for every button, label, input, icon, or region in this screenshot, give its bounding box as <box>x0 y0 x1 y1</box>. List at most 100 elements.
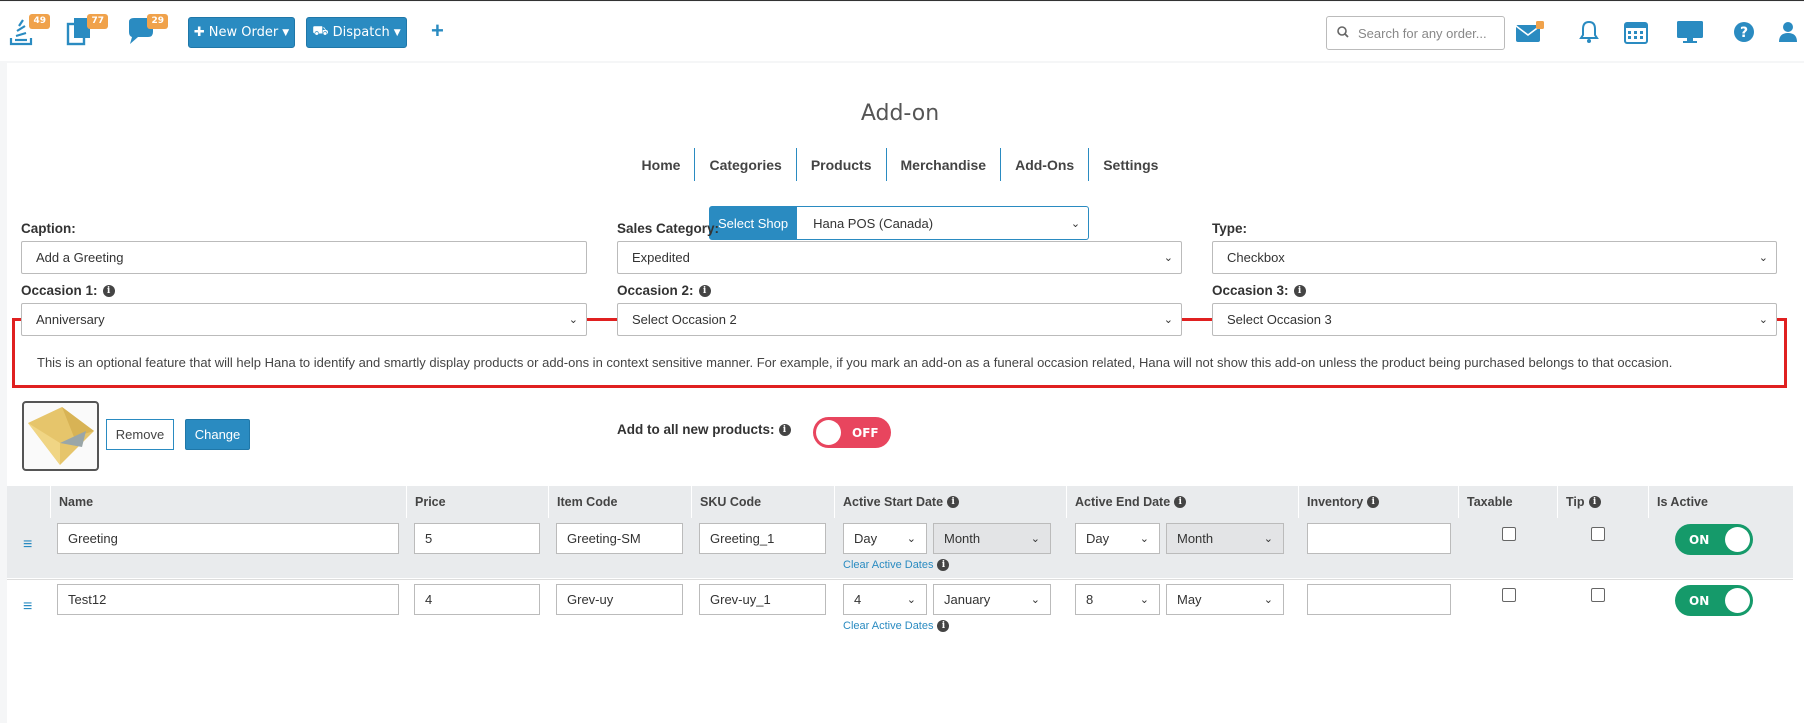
info-icon: i <box>778 423 791 436</box>
chevron-down-icon: ⌄ <box>906 533 916 545</box>
header-name: Name <box>50 486 406 518</box>
price-input[interactable]: 4 <box>414 584 540 615</box>
shop-select[interactable]: Hana POS (Canada) ⌄ <box>797 206 1090 240</box>
tab-categories[interactable]: Categories <box>694 148 795 181</box>
info-icon: i <box>947 496 960 508</box>
sales-category-value: Expedited <box>632 250 690 265</box>
info-icon: i <box>698 284 711 297</box>
item-code-input[interactable]: Greeting-SM <box>556 523 683 554</box>
new-order-button[interactable]: ✚ New Order ▼ <box>188 17 295 48</box>
header-is-active: Is Active <box>1648 486 1793 518</box>
info-icon: i <box>937 620 950 632</box>
header-taxable: Taxable <box>1458 486 1557 518</box>
tab-add-ons[interactable]: Add-Ons <box>1000 148 1088 181</box>
addon-panel: Add-on Home Categories Products Merchand… <box>7 63 1804 723</box>
occasion1-label: Occasion 1: i <box>21 283 115 298</box>
start-day-select[interactable]: Day ⌄ <box>843 523 927 554</box>
add-to-all-label: Add to all new products: i <box>617 422 791 437</box>
change-image-button[interactable]: Change <box>185 419 250 450</box>
toggle-knob <box>1725 588 1750 613</box>
occasion1-select[interactable]: Anniversary ⌄ <box>21 303 587 336</box>
add-to-all-toggle[interactable]: OFF <box>813 417 891 448</box>
start-month-select[interactable]: Month ⌄ <box>933 523 1051 554</box>
search-input[interactable]: Search for any order... <box>1326 16 1505 50</box>
end-month-select[interactable]: Month ⌄ <box>1166 523 1284 554</box>
is-active-toggle[interactable]: ON <box>1675 524 1753 555</box>
remove-image-button[interactable]: Remove <box>106 419 174 450</box>
name-input[interactable]: Greeting <box>57 523 399 554</box>
messages-icon[interactable]: 29 <box>126 14 168 50</box>
caret-down-icon: ▼ <box>393 27 401 38</box>
orders-stack-icon[interactable]: 49 <box>8 14 50 50</box>
tip-checkbox[interactable] <box>1591 527 1605 541</box>
help-icon[interactable]: ? <box>1728 16 1760 48</box>
shop-selector: Select Shop Hana POS (Canada) ⌄ <box>709 206 1090 240</box>
addon-table-header: Name Price Item Code SKU Code Active Sta… <box>7 486 1793 518</box>
toggle-state: ON <box>1689 532 1710 547</box>
chevron-down-icon: ⌄ <box>1030 594 1040 606</box>
occasion3-select[interactable]: Select Occasion 3 ⌄ <box>1212 303 1777 336</box>
header-inventory: Inventory i <box>1298 486 1458 518</box>
nav-tabs: Home Categories Products Merchandise Add… <box>7 148 1793 181</box>
start-day-select[interactable]: 4 ⌄ <box>843 584 927 615</box>
info-icon: i <box>1588 496 1601 508</box>
occasion3-value: Select Occasion 3 <box>1227 312 1332 327</box>
select-shop-label: Select Shop <box>709 206 798 240</box>
dispatch-button[interactable]: ⛟ Dispatch ▼ <box>306 17 407 48</box>
toggle-state: OFF <box>852 425 879 440</box>
end-month-select[interactable]: May ⌄ <box>1166 584 1284 615</box>
clear-active-dates-link[interactable]: Clear Active Dates i <box>843 559 950 571</box>
info-icon: i <box>1293 284 1306 297</box>
tab-products[interactable]: Products <box>795 148 886 181</box>
tab-settings[interactable]: Settings <box>1088 148 1172 181</box>
sales-category-select[interactable]: Expedited ⌄ <box>617 241 1182 274</box>
chevron-down-icon: ⌄ <box>1070 217 1081 230</box>
is-active-toggle[interactable]: ON <box>1675 585 1753 616</box>
caption-label: Caption: <box>21 221 76 236</box>
tab-home[interactable]: Home <box>628 148 695 181</box>
mail-icon[interactable] <box>1514 16 1546 48</box>
item-code-input[interactable]: Grev-uy <box>556 584 683 615</box>
occasion2-select[interactable]: Select Occasion 2 ⌄ <box>617 303 1182 336</box>
name-input[interactable]: Test12 <box>57 584 399 615</box>
start-month-select[interactable]: January ⌄ <box>933 584 1051 615</box>
chevron-down-icon: ⌄ <box>1139 594 1149 606</box>
add-icon[interactable]: + <box>431 19 444 43</box>
occasion2-label: Occasion 2: i <box>617 283 711 298</box>
page-title: Add-on <box>860 101 940 126</box>
inventory-input[interactable] <box>1307 523 1451 554</box>
tip-checkbox[interactable] <box>1591 588 1605 602</box>
chevron-down-icon: ⌄ <box>1163 314 1173 326</box>
clear-active-dates-link[interactable]: Clear Active Dates i <box>843 620 950 632</box>
sku-code-input[interactable]: Grev-uy_1 <box>699 584 826 615</box>
tab-merchandise[interactable]: Merchandise <box>885 148 1001 181</box>
drag-handle-icon[interactable]: ≡ <box>23 598 32 616</box>
taxable-checkbox[interactable] <box>1502 588 1516 602</box>
inventory-input[interactable] <box>1307 584 1451 615</box>
caption-value: Add a Greeting <box>36 250 124 265</box>
truck-icon: ⛟ <box>312 24 329 39</box>
search-placeholder: Search for any order... <box>1358 25 1487 41</box>
bell-icon[interactable] <box>1573 16 1605 48</box>
end-day-select[interactable]: 8 ⌄ <box>1075 584 1160 615</box>
copies-badge: 77 <box>87 14 108 29</box>
user-icon[interactable] <box>1772 16 1804 48</box>
caption-input[interactable]: Add a Greeting <box>21 241 587 274</box>
drag-handle-icon[interactable]: ≡ <box>23 536 32 554</box>
header-active-end: Active End Date i <box>1066 486 1298 518</box>
end-day-select[interactable]: Day ⌄ <box>1075 523 1160 554</box>
taxable-checkbox[interactable] <box>1502 527 1516 541</box>
copies-icon[interactable]: 77 <box>66 14 108 50</box>
monitor-icon[interactable] <box>1674 16 1706 48</box>
price-input[interactable]: 5 <box>414 523 540 554</box>
type-label: Type: <box>1212 221 1248 236</box>
occasion-help-text: This is an optional feature that will he… <box>37 355 1673 370</box>
messages-badge: 29 <box>147 14 168 29</box>
header-item-code: Item Code <box>548 486 691 518</box>
type-select[interactable]: Checkbox ⌄ <box>1212 241 1777 274</box>
sku-code-input[interactable]: Greeting_1 <box>699 523 826 554</box>
occasion3-label: Occasion 3: i <box>1212 283 1306 298</box>
header-price: Price <box>406 486 548 518</box>
dispatch-label: Dispatch <box>332 25 390 40</box>
calendar-icon[interactable] <box>1620 16 1652 48</box>
